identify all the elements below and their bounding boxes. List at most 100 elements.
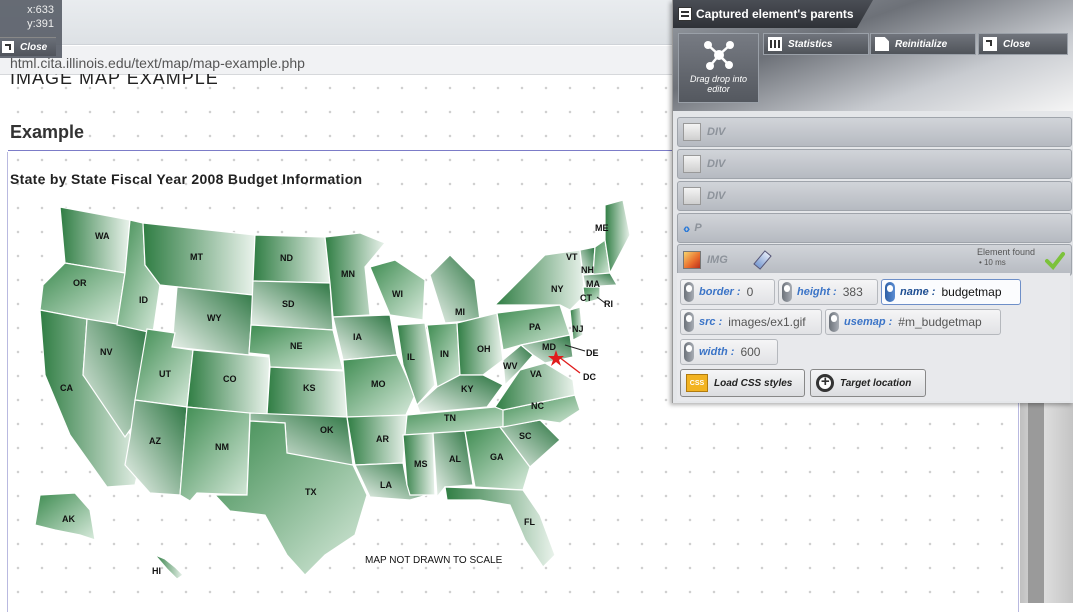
bar-chart-icon (768, 37, 782, 51)
attr-key: usemap : (844, 316, 893, 328)
drag-drop-editor-button[interactable]: Drag drop into editor (678, 33, 759, 103)
state-label-ut: UT (159, 369, 171, 379)
state-label-ri: RI (604, 299, 613, 309)
image-icon (683, 251, 701, 269)
parent-row-div-2[interactable]: DIV (677, 149, 1072, 179)
state-me[interactable] (604, 199, 631, 275)
state-nm[interactable] (179, 406, 251, 502)
div-icon (683, 123, 701, 141)
panel-close-button[interactable]: Close (978, 33, 1068, 55)
toggle-icon[interactable] (684, 312, 694, 332)
coord-close-button[interactable]: Close (0, 37, 56, 56)
div-icon (683, 187, 701, 205)
state-label-oh: OH (477, 344, 491, 354)
attr-value: #m_budgetmap (898, 315, 982, 329)
load-css-label: Load CSS styles (714, 377, 793, 389)
statistics-label: Statistics (788, 38, 833, 50)
state-label-ca: CA (60, 383, 73, 393)
state-label-fl: FL (524, 517, 535, 527)
load-css-button[interactable]: CSS Load CSS styles (680, 369, 805, 397)
state-label-az: AZ (149, 436, 161, 446)
attr-width[interactable]: width : 600 (680, 339, 778, 365)
state-label-ia: IA (353, 332, 363, 342)
toggle-icon[interactable] (829, 312, 839, 332)
page-heading: IMAGE MAP EXAMPLE (10, 74, 219, 86)
state-label-ne: NE (290, 341, 303, 351)
state-label-nd: ND (280, 253, 293, 263)
state-label-sd: SD (282, 299, 295, 309)
state-label-nc: NC (531, 401, 544, 411)
reinitialize-button[interactable]: Reinitialize (870, 33, 976, 55)
attr-value: 0 (746, 285, 754, 299)
parent-row-img[interactable]: IMG Element found • 10 ms (677, 244, 1072, 276)
window-icon (678, 7, 692, 21)
parent-row-div-1[interactable]: DIV (677, 117, 1072, 147)
target-location-button[interactable]: Target location (810, 369, 926, 397)
parent-tag: P (694, 222, 702, 234)
state-label-tx: TX (305, 487, 317, 497)
attr-src[interactable]: src : images/ex1.gif (680, 309, 822, 335)
toggle-icon[interactable] (684, 282, 694, 302)
toggle-icon[interactable] (885, 282, 895, 302)
attr-border[interactable]: border : 0 (680, 279, 775, 305)
state-label-sc: SC (519, 431, 532, 441)
found-time-value: 10 ms (983, 258, 1006, 267)
checkmark-icon (1045, 252, 1065, 270)
state-label-nv: NV (100, 347, 113, 357)
parent-row-div-3[interactable]: DIV (677, 181, 1072, 211)
panel-title: Captured element's parents (696, 7, 854, 21)
state-label-md: MD (542, 342, 556, 352)
state-label-la: LA (380, 480, 392, 490)
panel-title-bar: Captured element's parents (673, 0, 873, 28)
parent-row-p[interactable]: ‹› P (677, 213, 1072, 243)
state-label-co: CO (223, 374, 237, 384)
state-ia[interactable] (332, 314, 398, 361)
state-label-mn: MN (341, 269, 355, 279)
drag-drop-label: Drag drop into editor (689, 74, 748, 94)
attr-value: images/ex1.gif (728, 315, 806, 329)
state-label-ma: MA (586, 279, 600, 289)
attr-usemap[interactable]: usemap : #m_budgetmap (825, 309, 1001, 335)
state-label-pa: PA (529, 322, 541, 332)
arrow-out-icon (983, 37, 997, 51)
map-title: State by State Fiscal Year 2008 Budget I… (10, 171, 363, 187)
page-scrollbar[interactable] (1020, 400, 1073, 603)
attr-value: 600 (740, 345, 761, 359)
us-budget-map[interactable]: WA OR CA NV ID MT WY UT AZ CO NM ND SD NE KS OK TX MN IA MO… (25, 195, 635, 585)
arrow-out-icon (2, 41, 14, 53)
state-label-wv: WV (503, 361, 518, 371)
toggle-icon[interactable] (782, 282, 792, 302)
dc-leader-line (558, 356, 581, 374)
scrollbar-thumb[interactable] (1028, 400, 1044, 603)
state-label-al: AL (449, 454, 461, 464)
label-tag-icon[interactable] (753, 250, 772, 270)
state-label-or: OR (73, 278, 87, 288)
state-label-ky: KY (461, 384, 474, 394)
state-label-ks: KS (303, 383, 316, 393)
statistics-button[interactable]: Statistics (763, 33, 869, 55)
toggle-icon[interactable] (684, 342, 694, 362)
coord-close-label: Close (20, 41, 48, 53)
code-brackets-icon: ‹› (683, 220, 690, 236)
state-label-ct: CT (580, 293, 592, 303)
state-label-ny: NY (551, 284, 564, 294)
parent-tag: DIV (707, 158, 726, 170)
state-label-ak: AK (62, 514, 75, 524)
state-label-id: ID (139, 295, 149, 305)
attr-height[interactable]: height : 383 (778, 279, 878, 305)
browser-toolbar (0, 0, 680, 45)
parent-tag: IMG (707, 254, 728, 266)
state-label-wy: WY (207, 313, 222, 323)
state-label-de: DE (586, 348, 599, 358)
attr-name[interactable]: name : budgetmap (881, 279, 1021, 305)
attr-key: width : (699, 346, 735, 358)
attr-key: src : (699, 316, 723, 328)
state-label-ar: AR (376, 434, 389, 444)
panel-close-label: Close (1003, 38, 1031, 50)
state-label-wa: WA (95, 231, 110, 241)
section-title: Example (10, 122, 85, 142)
coord-x: x:633 (27, 4, 54, 16)
attr-key: height : (797, 286, 837, 298)
parent-tag: DIV (707, 190, 726, 202)
cursor-coordinates: x:633 y:391 Close (0, 0, 62, 58)
